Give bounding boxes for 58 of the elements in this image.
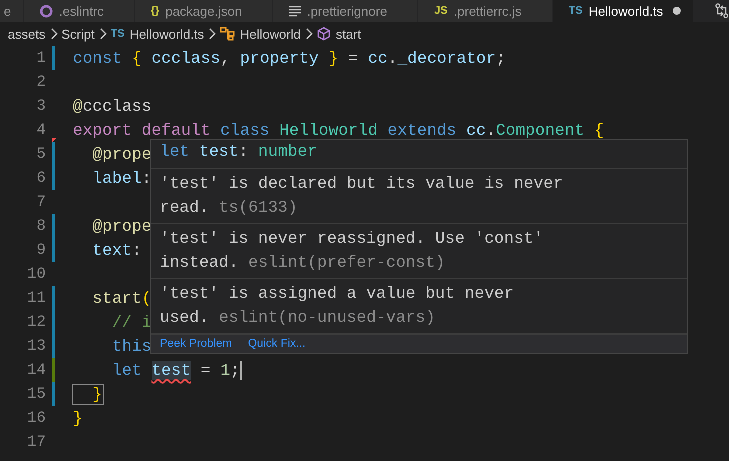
breadcrumb-item[interactable]: Helloworld.ts	[130, 26, 204, 42]
chevron-icon	[50, 28, 58, 40]
line-number: 10	[26, 265, 46, 283]
breadcrumb-item[interactable]: Helloworld	[240, 26, 301, 42]
code-line: }	[73, 408, 83, 428]
code-line: // i	[111, 312, 152, 332]
type-signature: let test: number	[160, 142, 318, 161]
line-number: 7	[36, 193, 46, 211]
line-number: 2	[36, 73, 46, 91]
file-type-icon: TS	[568, 5, 583, 17]
chevron-icon	[98, 28, 107, 40]
line-number: 14	[26, 361, 46, 379]
code-line: start(	[92, 288, 152, 308]
code-line: this	[111, 336, 152, 356]
problem-message: 'test' is never reassigned. Use 'const' instead. eslint(prefer-const)	[160, 228, 545, 274]
line-number: 12	[26, 313, 46, 331]
code-line: @prope	[92, 144, 152, 164]
breadcrumb-item[interactable]: start	[336, 26, 362, 42]
class-icon	[220, 27, 236, 41]
line-number: 5	[36, 145, 46, 163]
code-line: let test = 1;	[111, 360, 242, 380]
breadcrumb-item[interactable]: Script	[62, 26, 95, 42]
line-number: 15	[26, 385, 46, 403]
problem-message: 'test' is declared but its value is never read. ts(6133)	[160, 173, 564, 219]
code-line: label:	[92, 168, 152, 188]
editor-tab[interactable]: {} package.json	[135, 0, 274, 22]
breadcrumb-item[interactable]: assets	[8, 26, 46, 42]
editor-tab[interactable]: TS Helloworld.ts	[552, 0, 694, 22]
code-line: const { ccclass, property } = cc._decorator;	[73, 48, 506, 68]
line-number: 13	[26, 337, 46, 355]
editor-tab[interactable]: e	[0, 0, 24, 22]
line-number: 9	[36, 241, 46, 259]
line-number: 6	[36, 169, 46, 187]
line-number: 11	[26, 289, 46, 307]
action-link[interactable]: Quick Fix...	[248, 338, 306, 350]
line-number: 16	[26, 409, 46, 427]
line-number: 17	[26, 433, 46, 451]
editor-tab[interactable]: .eslintrc	[24, 0, 136, 22]
problem-message: 'test' is assigned a value but never used. eslint(no-unused-vars)	[160, 283, 516, 329]
line-number: 1	[36, 49, 46, 67]
code-line: }	[73, 384, 103, 404]
compare-icon[interactable]	[714, 3, 729, 19]
line-number: 4	[36, 121, 46, 139]
action-link[interactable]: Peek Problem	[160, 338, 232, 350]
editor-tab[interactable]: .prettierignore	[273, 0, 418, 22]
cube-icon	[317, 27, 331, 41]
code-line: @prope	[92, 216, 152, 236]
line-number: 8	[36, 217, 46, 235]
chevron-icon	[208, 28, 216, 40]
file-type-icon: {}	[151, 5, 160, 17]
editor-tab[interactable]: JS .prettierrc.js	[418, 0, 553, 22]
line-number: 3	[36, 97, 46, 115]
file-type-icon: JS	[434, 5, 448, 17]
code-line: @ccclass	[73, 96, 152, 116]
file-type-icon: TS	[110, 28, 125, 40]
code-line: text:	[92, 240, 142, 260]
chevron-icon	[305, 28, 313, 40]
code-line: export default class Helloworld extends cc.Component {	[73, 120, 604, 140]
